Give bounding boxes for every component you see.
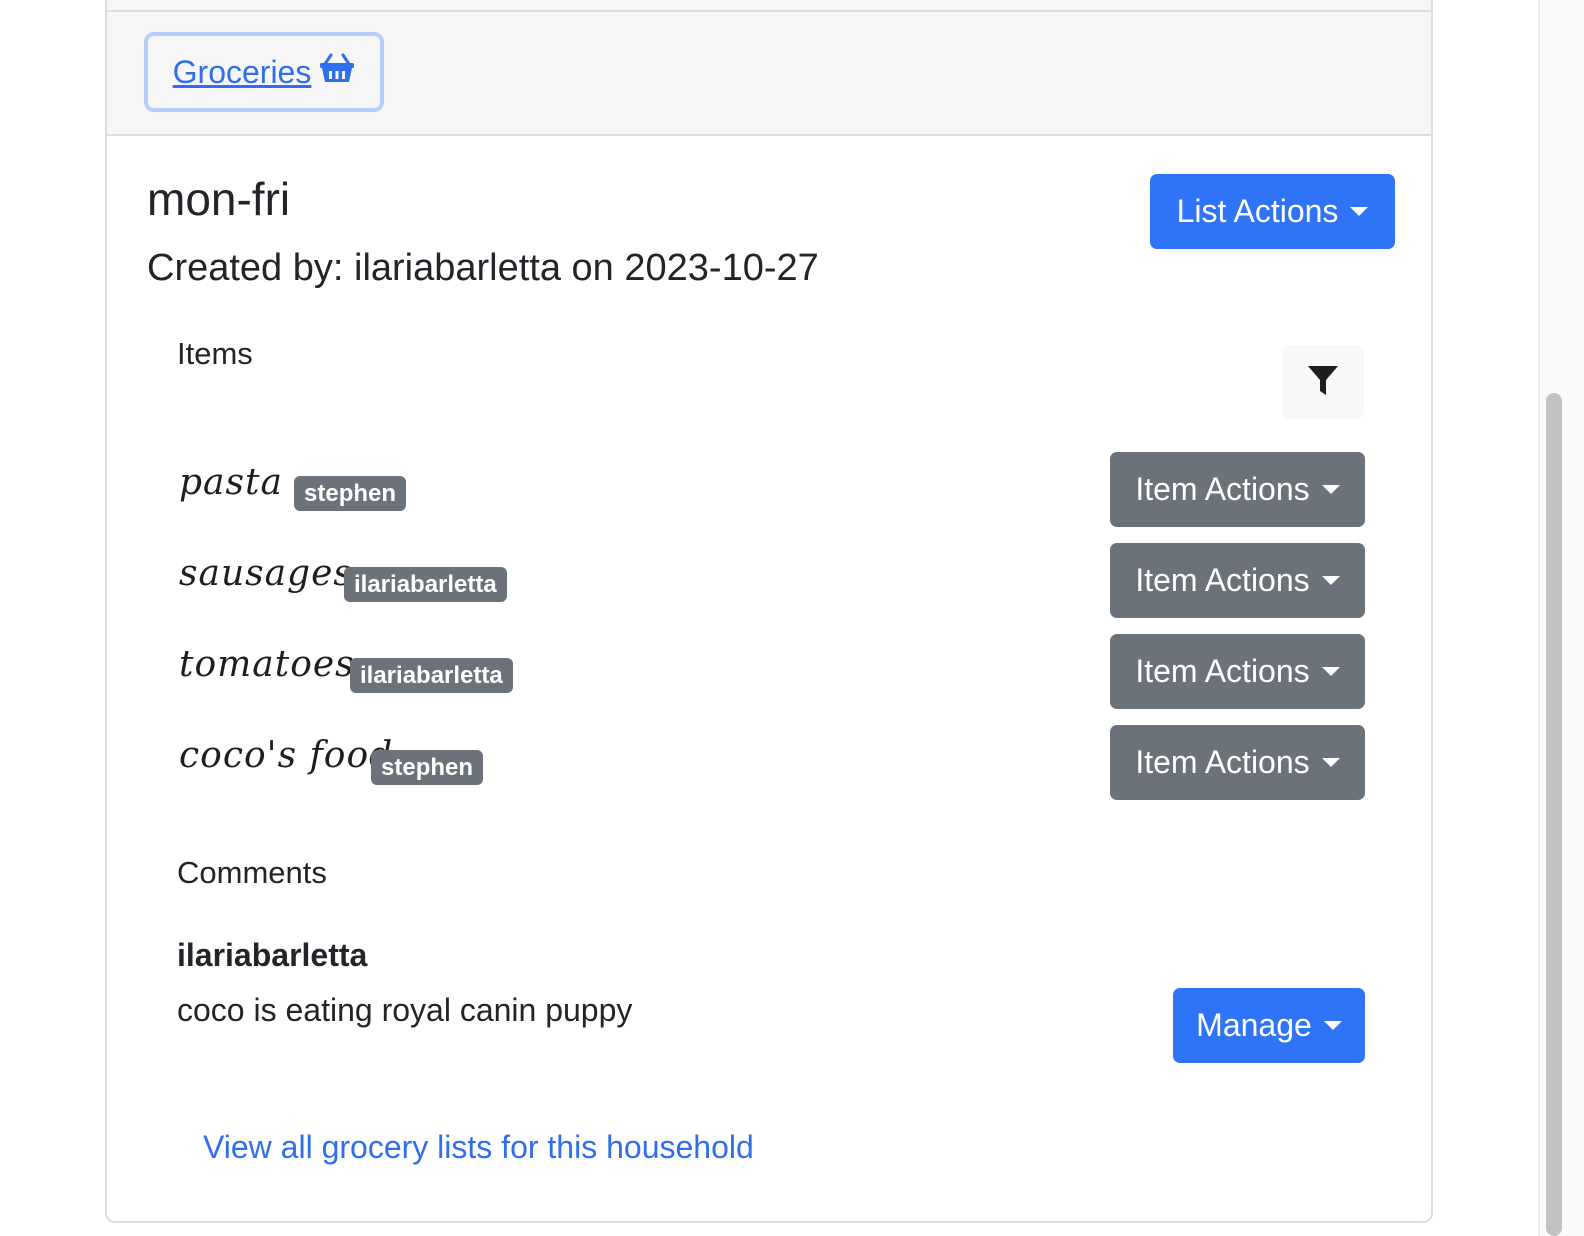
items-heading: Items xyxy=(177,336,253,371)
item-actions-label: Item Actions xyxy=(1135,562,1310,598)
chevron-down-icon xyxy=(1323,1021,1342,1030)
list-actions-button[interactable]: List Actions xyxy=(1150,174,1395,249)
item-name: pasta xyxy=(179,462,283,503)
groceries-link[interactable]: Groceries xyxy=(173,53,356,91)
manage-label: Manage xyxy=(1196,1007,1312,1043)
item-user-badge: stephen xyxy=(371,750,484,785)
item-user-badge: stephen xyxy=(294,476,407,511)
list-created-by: Created by: ilariabarletta on 2023-10-27 xyxy=(147,247,819,289)
list-title: mon-fri xyxy=(147,173,291,225)
item-actions-label: Item Actions xyxy=(1135,471,1310,507)
chevron-down-icon xyxy=(1321,667,1340,676)
item-actions-label: Item Actions xyxy=(1135,653,1310,689)
filter-icon xyxy=(1306,363,1340,402)
comment-text: coco is eating royal canin puppy xyxy=(177,992,633,1028)
filter-button[interactable] xyxy=(1282,345,1364,419)
item-user-badge: ilariabarletta xyxy=(344,567,507,602)
item-actions-button[interactable]: Item Actions xyxy=(1110,543,1365,618)
scrollbar-thumb[interactable] xyxy=(1546,393,1562,1236)
chevron-down-icon xyxy=(1321,576,1340,585)
item-actions-label: Item Actions xyxy=(1135,744,1310,780)
manage-comment-button[interactable]: Manage xyxy=(1173,988,1365,1063)
view-all-lists-link[interactable]: View all grocery lists for this househol… xyxy=(203,1129,754,1166)
chevron-down-icon xyxy=(1321,758,1340,767)
list-actions-label: List Actions xyxy=(1176,193,1339,229)
tab-groceries[interactable]: Groceries xyxy=(144,32,384,112)
comment-author: ilariabarletta xyxy=(177,937,368,973)
basket-icon xyxy=(319,53,355,91)
chevron-down-icon xyxy=(1321,485,1340,494)
item-user-badge: ilariabarletta xyxy=(350,658,513,693)
item-name: coco's food xyxy=(179,735,394,776)
grocery-list-card: Groceries mon-fri Created by: ilariabarl… xyxy=(105,0,1433,1223)
chevron-down-icon xyxy=(1350,207,1369,216)
item-actions-button[interactable]: Item Actions xyxy=(1110,452,1365,527)
item-actions-button[interactable]: Item Actions xyxy=(1110,725,1365,800)
item-actions-button[interactable]: Item Actions xyxy=(1110,634,1365,709)
header-divider xyxy=(107,10,1431,12)
item-name: tomatoes xyxy=(179,644,355,685)
item-name: sausages xyxy=(179,553,353,594)
groceries-link-label: Groceries xyxy=(172,53,312,90)
card-header: Groceries xyxy=(107,0,1431,136)
comments-heading: Comments xyxy=(177,855,327,890)
